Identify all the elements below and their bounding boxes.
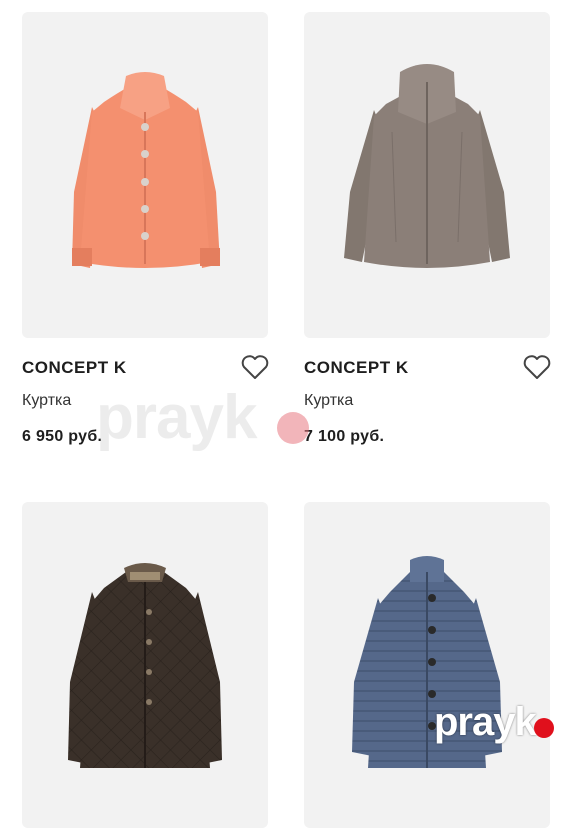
coral-jacket-image: [72, 72, 220, 268]
product-image[interactable]: [304, 502, 550, 828]
product-image[interactable]: [22, 502, 268, 828]
blue-quilted-jacket-image: [352, 556, 502, 768]
taupe-hooded-jacket-image: [344, 64, 510, 268]
product-type: Куртка: [304, 392, 354, 409]
product-card[interactable]: [304, 502, 550, 828]
product-type: Куртка: [22, 392, 72, 409]
product-card[interactable]: [22, 502, 268, 828]
product-card[interactable]: CONCEPT K Куртка 7 100 руб.: [304, 12, 552, 452]
product-brand[interactable]: CONCEPT K: [22, 358, 127, 378]
product-price: 6 950 руб.: [22, 428, 103, 445]
product-image[interactable]: [304, 12, 550, 338]
product-image[interactable]: [22, 12, 268, 338]
product-brand[interactable]: CONCEPT K: [304, 358, 409, 378]
dark-brown-quilted-jacket-image: [68, 563, 222, 768]
heart-icon[interactable]: [240, 353, 270, 381]
product-price: 7 100 руб.: [304, 428, 385, 445]
product-card[interactable]: CONCEPT K Куртка 6 950 руб.: [22, 12, 270, 452]
heart-icon[interactable]: [522, 353, 552, 381]
